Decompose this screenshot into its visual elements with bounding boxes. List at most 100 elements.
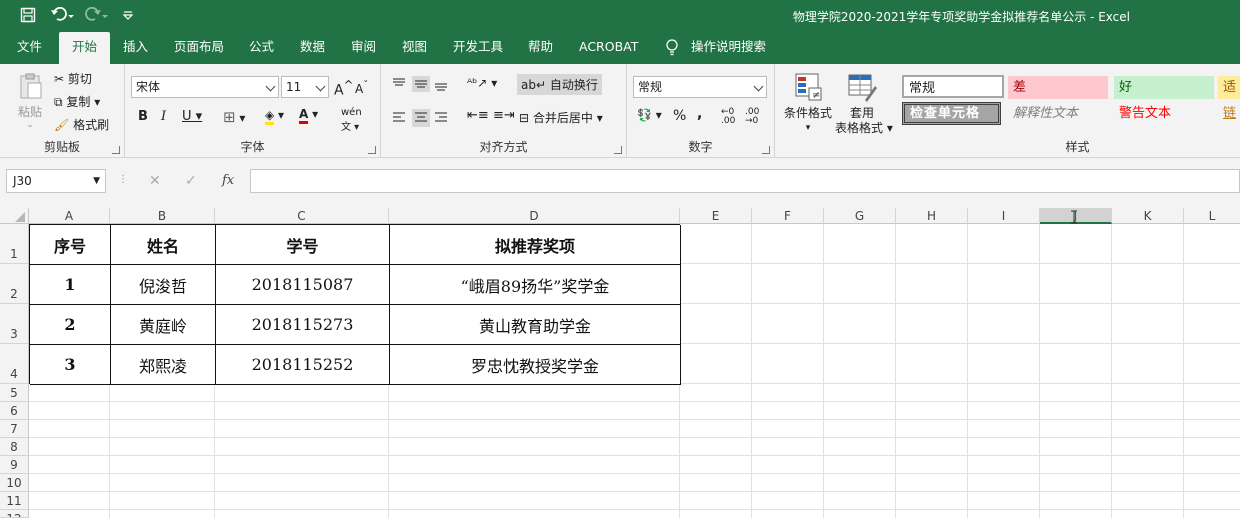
borders-button[interactable]: ⊞ ▾: [223, 108, 245, 126]
save-icon[interactable]: [20, 7, 36, 27]
row-header-11[interactable]: 11: [0, 492, 29, 510]
tab-review[interactable]: 审阅: [351, 32, 376, 64]
format-painter-button[interactable]: 🖌 格式刷: [54, 116, 109, 133]
table-cell-name[interactable]: 黄庭岭: [111, 305, 216, 345]
lightbulb-icon[interactable]: [665, 32, 679, 64]
tab-formulas[interactable]: 公式: [249, 32, 274, 64]
table-cell-award[interactable]: 黄山教育助学金: [390, 305, 681, 345]
table-cell-index[interactable]: 2: [30, 305, 111, 345]
table-header-cell[interactable]: 姓名: [111, 225, 216, 265]
table-header-cell[interactable]: 学号: [216, 225, 390, 265]
clipboard-launcher-icon[interactable]: [112, 146, 120, 154]
name-box[interactable]: J30 ▼: [6, 169, 106, 193]
table-cell-name[interactable]: 倪浚哲: [111, 265, 216, 305]
formula-input[interactable]: [250, 169, 1240, 193]
row-header-8[interactable]: 8: [0, 438, 29, 456]
italic-button[interactable]: I: [161, 109, 166, 124]
tab-page-layout[interactable]: 页面布局: [174, 32, 224, 64]
phonetic-button[interactable]: wén 文 ▾: [341, 107, 362, 133]
number-launcher-icon[interactable]: [762, 146, 770, 154]
cut-button[interactable]: ✂ 剪切: [54, 70, 92, 87]
tab-data[interactable]: 数据: [300, 32, 325, 64]
orientation-button[interactable]: ᴬᵇ↗ ▾: [467, 76, 497, 90]
wrap-text-button[interactable]: ab↵ 自动换行: [517, 74, 602, 95]
font-color-button[interactable]: A ▾: [299, 107, 318, 124]
row-header-2[interactable]: 2: [0, 264, 29, 304]
accounting-button[interactable]: 💱 ▾: [637, 108, 662, 122]
row-header-7[interactable]: 7: [0, 420, 29, 438]
style-warning[interactable]: 警告文本: [1114, 102, 1214, 125]
tab-view[interactable]: 视图: [402, 32, 427, 64]
horizontal-align-icons[interactable]: [391, 109, 461, 127]
alignment-launcher-icon[interactable]: [614, 146, 622, 154]
table-cell-index[interactable]: 3: [30, 345, 111, 385]
table-cell-student-id[interactable]: 2018115273: [216, 305, 390, 345]
paste-button[interactable]: 粘贴 ⌄: [12, 72, 48, 130]
customize-icon[interactable]: [122, 7, 134, 27]
bold-button[interactable]: B: [138, 109, 148, 124]
style-good[interactable]: 好: [1114, 76, 1214, 99]
undo-icon[interactable]: [50, 6, 76, 27]
column-header-a[interactable]: A: [29, 208, 110, 224]
style-linked[interactable]: 链: [1218, 102, 1240, 125]
column-header-b[interactable]: B: [110, 208, 215, 224]
shrink-font-button[interactable]: Aˇ: [355, 80, 368, 96]
column-header-d[interactable]: D: [389, 208, 680, 224]
column-header-k[interactable]: K: [1112, 208, 1184, 224]
row-header-5[interactable]: 5: [0, 384, 29, 402]
row-header-4[interactable]: 4: [0, 344, 29, 384]
column-header-h[interactable]: H: [896, 208, 968, 224]
comma-button[interactable]: ,: [697, 106, 702, 122]
decrease-decimal-icon[interactable]: .00 →0: [745, 108, 759, 126]
fill-color-button[interactable]: ◈ ▾: [265, 108, 284, 125]
tab-developer[interactable]: 开发工具: [453, 32, 503, 64]
column-header-f[interactable]: F: [752, 208, 824, 224]
table-cell-name[interactable]: 郑熙凌: [111, 345, 216, 385]
column-header-i[interactable]: I: [968, 208, 1040, 224]
format-as-table-button[interactable]: 套用 表格格式 ▾: [835, 72, 893, 136]
tell-me-search[interactable]: 操作说明搜索: [691, 32, 766, 64]
tab-acrobat[interactable]: ACROBAT: [579, 32, 638, 64]
font-name-select[interactable]: 宋体: [131, 76, 279, 98]
style-explanatory[interactable]: 解释性文本: [1008, 102, 1108, 125]
number-format-select[interactable]: 常规: [633, 76, 767, 98]
merge-center-button[interactable]: ⊟ 合并后居中 ▾: [519, 109, 603, 126]
font-launcher-icon[interactable]: [368, 146, 376, 154]
redo-icon[interactable]: [84, 6, 110, 27]
vertical-align-icons[interactable]: [391, 76, 461, 92]
cancel-icon[interactable]: ✕: [149, 173, 161, 189]
style-neutral[interactable]: 适: [1218, 76, 1240, 99]
font-size-select[interactable]: 11: [281, 76, 329, 98]
row-header-12[interactable]: 12: [0, 510, 29, 518]
select-all-corner[interactable]: [0, 208, 29, 224]
style-check-cell[interactable]: 检查单元格: [902, 102, 1001, 125]
column-header-g[interactable]: G: [824, 208, 896, 224]
column-header-l[interactable]: L: [1184, 208, 1240, 224]
table-cell-award[interactable]: “峨眉89扬华”奖学金: [390, 265, 681, 305]
grow-font-button[interactable]: A^: [334, 78, 353, 99]
row-header-3[interactable]: 3: [0, 304, 29, 344]
table-header-cell[interactable]: 序号: [30, 225, 111, 265]
table-cell-student-id[interactable]: 2018115252: [216, 345, 390, 385]
column-header-c[interactable]: C: [215, 208, 389, 224]
indent-buttons[interactable]: ⇤≡ ≡⇥: [467, 108, 515, 123]
insert-function-icon[interactable]: fx: [222, 173, 234, 188]
tab-help[interactable]: 帮助: [528, 32, 553, 64]
row-header-6[interactable]: 6: [0, 402, 29, 420]
row-header-1[interactable]: 1: [0, 224, 29, 264]
underline-button[interactable]: U ▾: [182, 109, 202, 124]
conditional-format-button[interactable]: ≠ 条件格式 ▾: [783, 72, 833, 136]
table-cell-index[interactable]: 1: [30, 265, 111, 305]
table-header-cell[interactable]: 拟推荐奖项: [390, 225, 681, 265]
enter-icon[interactable]: ✓: [185, 173, 197, 189]
tab-file[interactable]: 文件: [17, 32, 42, 64]
style-bad[interactable]: 差: [1008, 76, 1108, 99]
table-cell-student-id[interactable]: 2018115087: [216, 265, 390, 305]
percent-button[interactable]: %: [673, 108, 686, 124]
worksheet-grid[interactable]: A B C D E F G H I J K L 1 2 3 4 5 6 7 8 …: [0, 208, 1240, 518]
style-normal[interactable]: 常规: [902, 75, 1004, 98]
tab-home[interactable]: 开始: [59, 32, 111, 64]
row-header-10[interactable]: 10: [0, 474, 29, 492]
tab-insert[interactable]: 插入: [123, 32, 148, 64]
increase-decimal-icon[interactable]: ←0.00: [721, 108, 735, 126]
